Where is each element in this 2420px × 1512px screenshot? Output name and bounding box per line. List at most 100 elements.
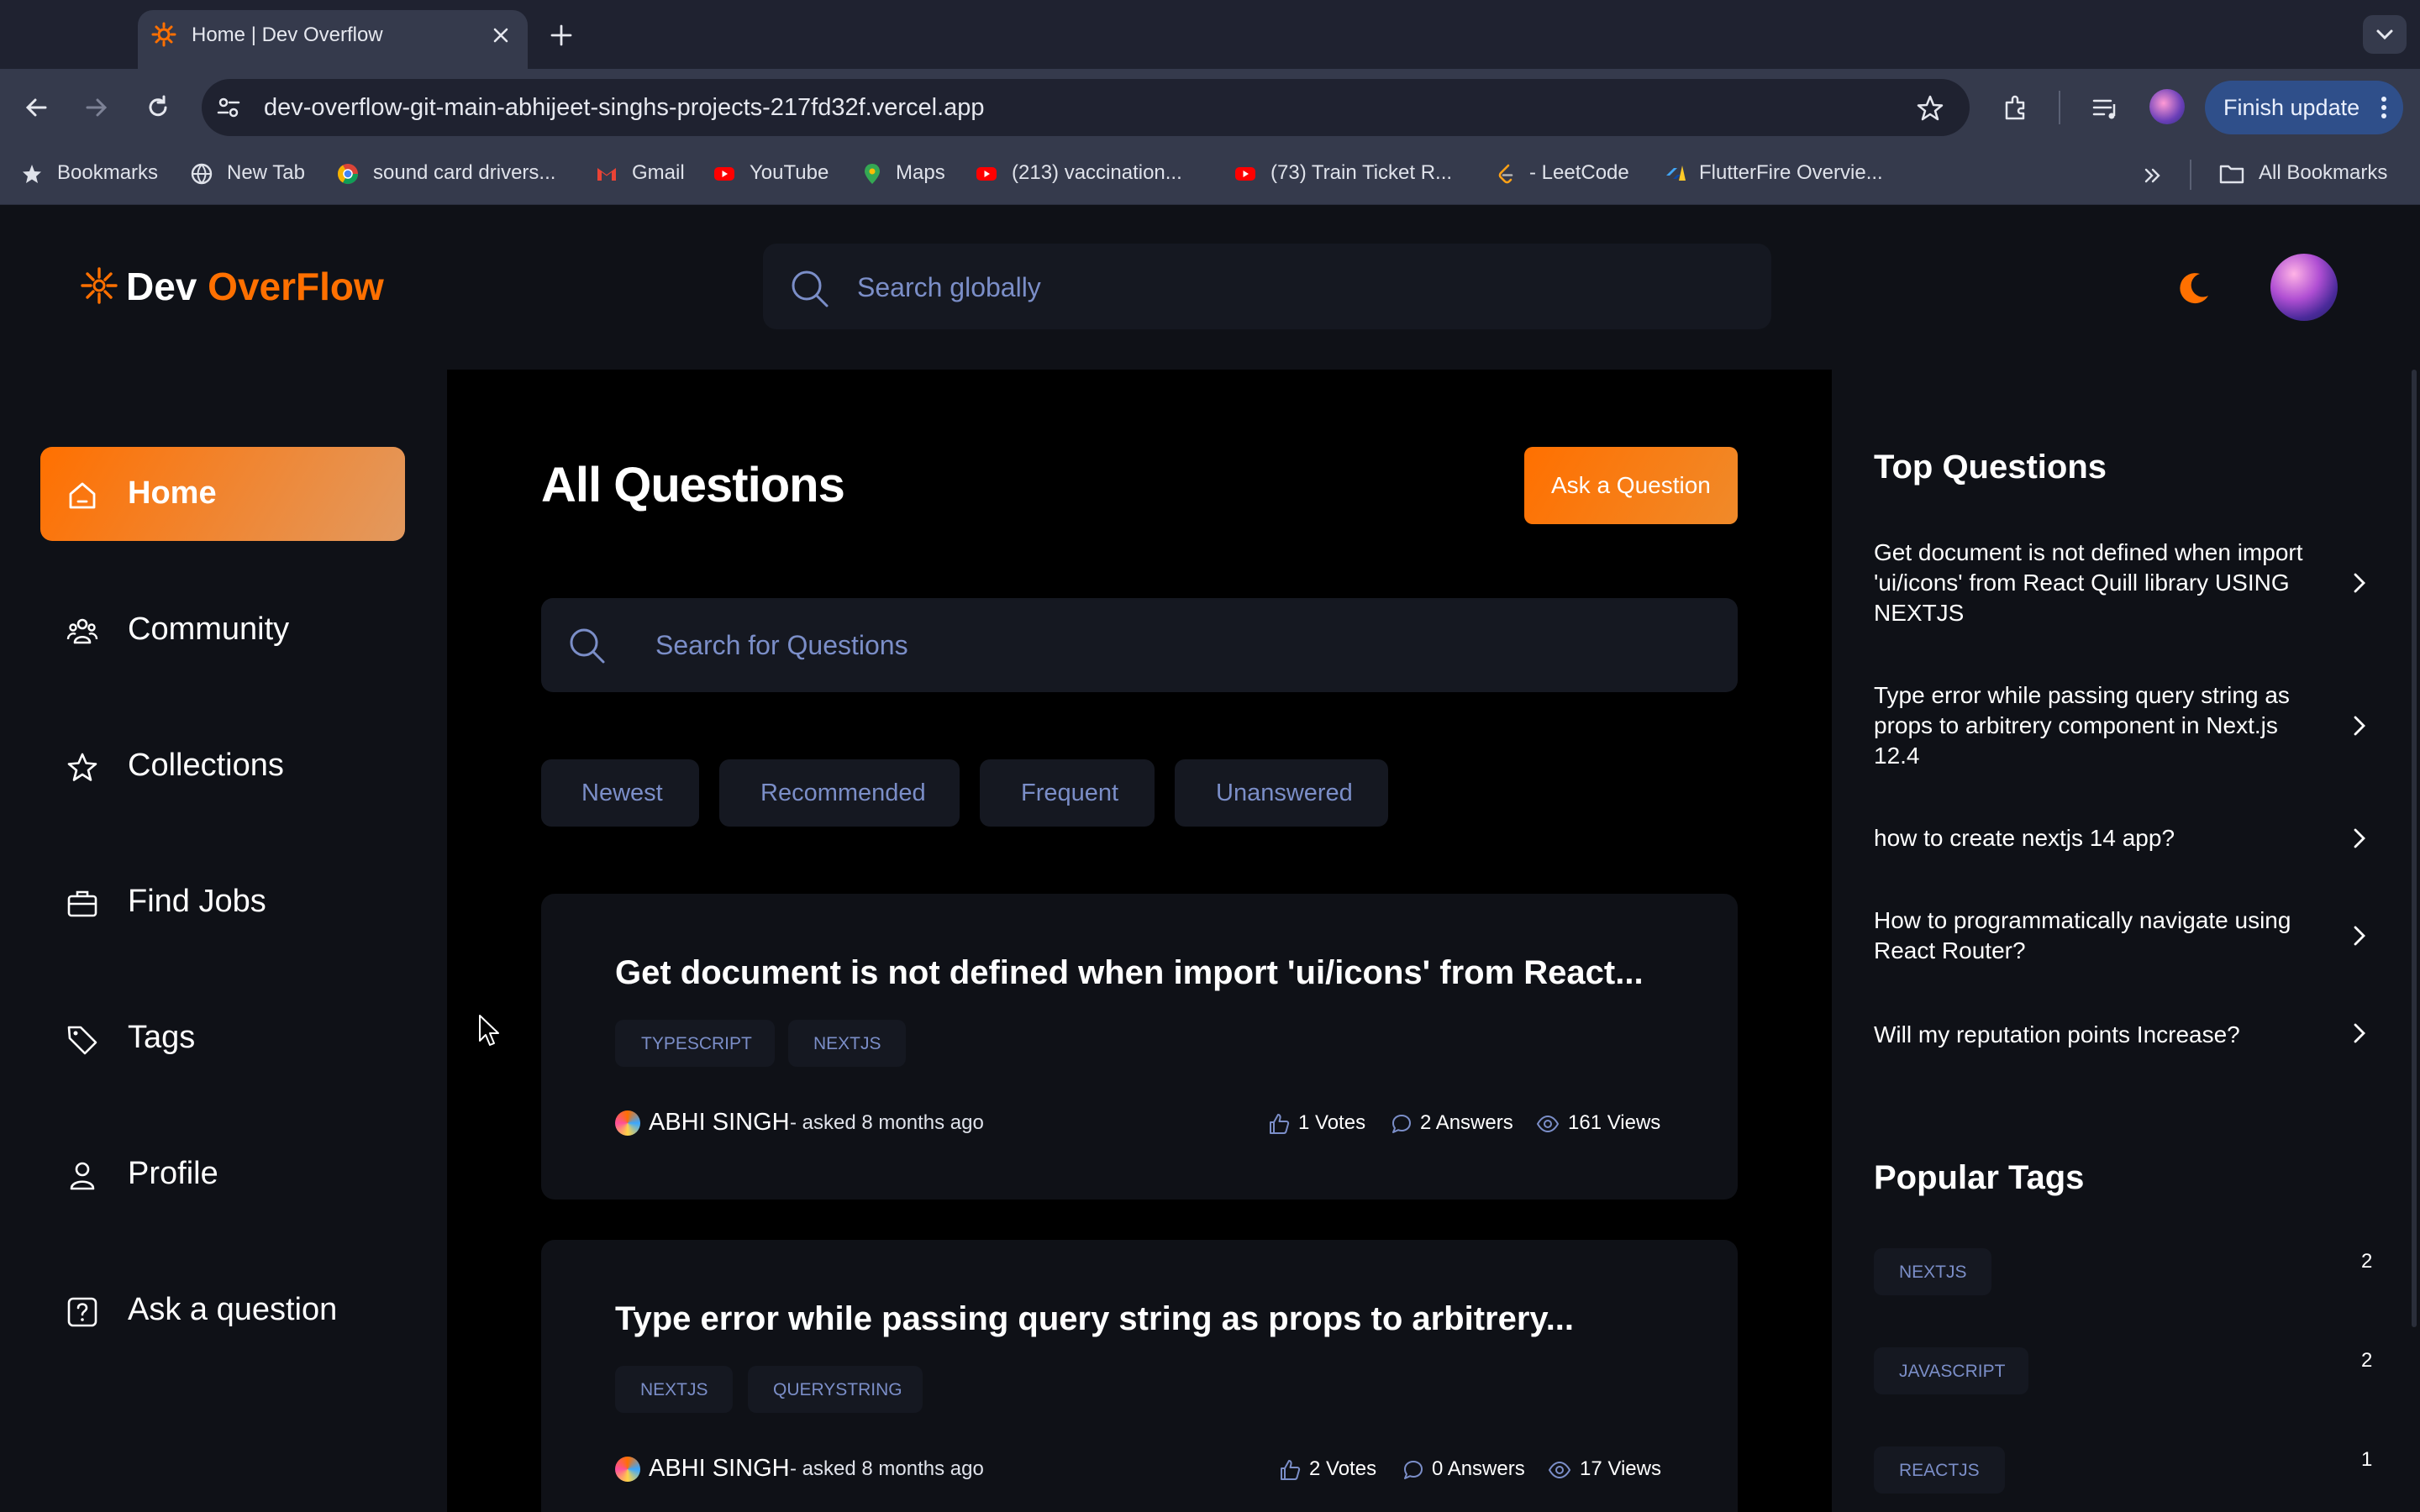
author-avatar[interactable]: [615, 1457, 640, 1482]
sidebar-item-ask-question[interactable]: Ask a question: [40, 1263, 405, 1357]
browser-tab-title: Home | Dev Overflow: [192, 24, 383, 46]
bookmarks-divider: [2190, 160, 2191, 190]
top-question-link[interactable]: Type error while passing query string as…: [1874, 680, 2328, 771]
devoverflow-logo-icon: [81, 267, 118, 304]
media-controls-icon[interactable]: [2089, 92, 2121, 124]
bookmark-item[interactable]: Maps: [896, 161, 945, 185]
bookmark-item[interactable]: (213) vaccination...: [1012, 161, 1182, 185]
chevron-right-icon[interactable]: [2348, 1021, 2371, 1045]
popular-tag-count: 2: [2361, 1349, 2373, 1372]
top-questions-heading: Top Questions: [1874, 449, 2107, 486]
popular-tag-label: JAVASCRIPT: [1899, 1362, 2006, 1381]
app-logo-text[interactable]: Dev OverFlow: [126, 264, 384, 309]
tag-icon: [67, 1026, 97, 1055]
bookmark-item[interactable]: Gmail: [632, 161, 685, 185]
chevron-right-icon[interactable]: [2348, 924, 2371, 948]
sidebar-item-tags[interactable]: Tags: [40, 991, 405, 1085]
sidebar-item-label: Community: [128, 612, 290, 647]
new-tab-icon[interactable]: [546, 20, 576, 50]
mouse-cursor-icon: [479, 1015, 499, 1046]
bookmark-item[interactable]: FlutterFire Overvie...: [1699, 161, 1883, 185]
question-title[interactable]: Get document is not defined when import …: [615, 954, 1644, 992]
question-asked-time: - asked 8 months ago: [790, 1111, 984, 1134]
page-title: All Questions: [541, 458, 845, 512]
reload-icon[interactable]: [141, 91, 175, 124]
sidebar-item-community[interactable]: Community: [40, 583, 405, 677]
chevron-right-icon[interactable]: [2348, 571, 2371, 595]
leetcode-icon: [1498, 164, 1513, 184]
user-icon: [70, 1162, 95, 1190]
forward-icon[interactable]: [79, 91, 113, 124]
logo-overflow: OverFlow: [208, 265, 384, 308]
page-scrollbar[interactable]: [2412, 370, 2417, 1327]
author-avatar[interactable]: [615, 1110, 640, 1136]
popular-tags-heading: Popular Tags: [1874, 1159, 2085, 1196]
question-tag-label: TYPESCRIPT: [641, 1034, 752, 1053]
tab-search-button[interactable]: [2363, 15, 2407, 54]
briefcase-icon: [67, 890, 97, 917]
url-text: dev-overflow-git-main-abhijeet-singhs-pr…: [264, 94, 985, 121]
sidebar-item-collections[interactable]: Collections: [40, 719, 405, 813]
bookmark-item[interactable]: Bookmarks: [57, 161, 158, 185]
user-avatar[interactable]: [2270, 254, 2338, 321]
bookmark-item[interactable]: YouTube: [750, 161, 829, 185]
message-circle-icon: [1404, 1461, 1423, 1479]
bookmark-star-icon[interactable]: [1914, 92, 1946, 124]
finish-update-label: Finish update: [2223, 95, 2360, 120]
theme-moon-icon[interactable]: [2175, 269, 2213, 307]
all-bookmarks-link[interactable]: All Bookmarks: [2259, 161, 2387, 185]
site-settings-icon[interactable]: [213, 92, 244, 123]
search-icon: [792, 270, 829, 307]
search-icon: [570, 628, 605, 664]
flutterfire-icon: [1666, 165, 1686, 181]
chevron-down-icon: [2376, 29, 2393, 40]
bookmark-item[interactable]: New Tab: [227, 161, 305, 185]
sidebar-item-label: Profile: [128, 1156, 218, 1191]
bookmarks-bar: [0, 143, 2420, 205]
top-question-link[interactable]: Will my reputation points Increase?: [1874, 1020, 2328, 1050]
question-tag-label: NEXTJS: [640, 1380, 708, 1399]
bookmark-item[interactable]: sound card drivers...: [373, 161, 555, 185]
question-search-placeholder: Search for Questions: [655, 630, 908, 660]
question-views: 161 Views: [1568, 1111, 1661, 1134]
popular-tag-count: 2: [2361, 1250, 2373, 1273]
question-votes: 2 Votes: [1309, 1457, 1377, 1480]
gmail-icon: [597, 168, 616, 181]
question-views: 17 Views: [1580, 1457, 1661, 1480]
popular-tag-label: NEXTJS: [1899, 1263, 1967, 1282]
filter-label: Recommended: [760, 780, 926, 806]
sidebar-item-label: Ask a question: [128, 1292, 338, 1327]
question-author[interactable]: ABHI SINGH: [649, 1109, 790, 1137]
toolbar-divider: [2059, 91, 2060, 124]
popular-tag-label: REACTJS: [1899, 1461, 1980, 1480]
sidebar-item-find-jobs[interactable]: Find Jobs: [40, 855, 405, 949]
sidebar-item-home[interactable]: Home: [40, 447, 405, 541]
top-question-link[interactable]: how to create nextjs 14 app?: [1874, 823, 2328, 853]
chevron-right-icon[interactable]: [2348, 714, 2371, 738]
sidebar-item-label: Home: [128, 475, 217, 511]
back-icon[interactable]: [20, 91, 54, 124]
sidebar-item-label: Find Jobs: [128, 884, 266, 919]
chevron-right-icon[interactable]: [2348, 827, 2371, 850]
bookmark-item[interactable]: - LeetCode: [1529, 161, 1629, 185]
thumbs-up-icon: [1270, 1114, 1290, 1134]
extensions-icon[interactable]: [2000, 92, 2032, 124]
top-question-link[interactable]: Get document is not defined when import …: [1874, 538, 2328, 628]
eye-icon: [1548, 1461, 1571, 1479]
youtube-icon: [1235, 167, 1255, 181]
sidebar-item-profile[interactable]: Profile: [40, 1127, 405, 1221]
question-author[interactable]: ABHI SINGH: [649, 1455, 790, 1483]
more-vert-icon[interactable]: [2371, 92, 2396, 123]
ask-question-button-label: Ask a Question: [1551, 472, 1711, 498]
question-title[interactable]: Type error while passing query string as…: [615, 1300, 1574, 1338]
top-question-link[interactable]: How to programmatically navigate using R…: [1874, 906, 2328, 966]
close-tab-icon[interactable]: [487, 22, 514, 49]
bookmark-item[interactable]: (73) Train Ticket R...: [1270, 161, 1452, 185]
chrome-icon: [338, 164, 358, 185]
sidebar-item-label: Collections: [128, 748, 284, 783]
chevron-double-right-icon[interactable]: [2139, 163, 2165, 188]
question-votes: 1 Votes: [1298, 1111, 1366, 1134]
filter-label: Unanswered: [1216, 780, 1353, 806]
star-icon: [67, 753, 97, 781]
browser-profile-avatar[interactable]: [2149, 89, 2185, 124]
